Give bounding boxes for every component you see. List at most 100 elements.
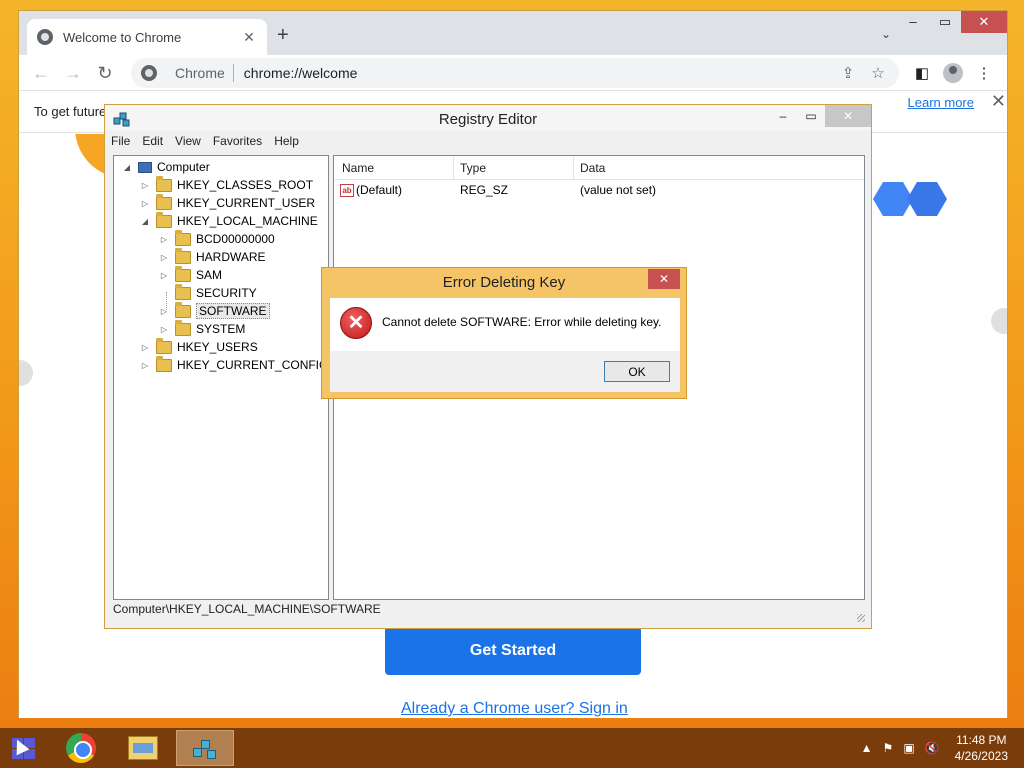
expand-arrow-icon[interactable]: ▷	[159, 271, 169, 280]
file-explorer-icon	[128, 736, 158, 760]
forward-arrow-icon[interactable]: →	[59, 59, 87, 87]
dialog-close-button[interactable]: ✕	[648, 269, 680, 289]
tree-item-security[interactable]: SECURITY	[159, 283, 257, 302]
sign-in-link[interactable]: Already a Chrome user? Sign in	[401, 700, 628, 718]
value-type: REG_SZ	[460, 183, 509, 197]
minimize-button[interactable]: –	[897, 11, 929, 33]
chrome-logo-icon	[66, 733, 96, 763]
expand-arrow-icon[interactable]: ▷	[159, 253, 169, 262]
folder-icon	[175, 229, 191, 246]
tree-item-hkcc[interactable]: ▷ HKEY_CURRENT_CONFIG	[140, 355, 329, 374]
folder-icon	[175, 283, 191, 300]
tab-title: Welcome to Chrome	[63, 29, 182, 45]
expand-arrow-icon[interactable]: ▷	[159, 235, 169, 244]
collapse-arrow-icon[interactable]: ◢	[122, 163, 132, 172]
tree-item-hklm[interactable]: ◢ HKEY_LOCAL_MACHINE	[140, 211, 318, 230]
minimize-button[interactable]: –	[769, 105, 797, 127]
volume-muted-icon[interactable]: 🔇	[925, 741, 940, 755]
menu-help[interactable]: Help	[274, 134, 299, 148]
new-tab-button[interactable]: +	[277, 25, 289, 45]
tree-item-sam[interactable]: ▷ SAM	[159, 265, 223, 284]
tree-item-label: HARDWARE	[196, 250, 266, 264]
tree-item-system[interactable]: ▷ SYSTEM	[159, 319, 245, 338]
maximize-button[interactable]: ▭	[797, 105, 825, 127]
dialog-body: ✕ Cannot delete SOFTWARE: Error while de…	[330, 298, 680, 351]
taskbar-chrome[interactable]	[52, 730, 110, 766]
bookmark-star-icon[interactable]: ☆	[867, 64, 889, 82]
regedit-title: Registry Editor	[438, 111, 538, 128]
registry-tree: ◢ Computer ▷ HKEY_CLASSES_ROOT ▷ HKEY_CU…	[113, 155, 329, 600]
table-row[interactable]: ab (Default) REG_SZ (value not set)	[334, 180, 864, 200]
menu-edit[interactable]: Edit	[142, 134, 163, 148]
omnibox-url[interactable]: chrome://welcome	[244, 65, 829, 81]
network-icon[interactable]: ▣	[903, 741, 914, 755]
value-name: (Default)	[356, 183, 403, 197]
reload-icon[interactable]: ↻	[91, 59, 119, 87]
regedit-cube	[207, 750, 216, 759]
omnibox-separator	[232, 63, 234, 82]
menu-favorites[interactable]: Favorites	[213, 134, 262, 148]
close-window-button[interactable]: ✕	[825, 105, 871, 127]
address-bar[interactable]: Chrome chrome://welcome ⇪ ☆	[131, 57, 899, 88]
expand-arrow-icon[interactable]: ▷	[159, 307, 169, 316]
menu-file[interactable]: File	[111, 134, 130, 148]
computer-icon	[138, 161, 152, 173]
regedit-taskbar-icon	[191, 734, 219, 762]
column-header-name[interactable]: Name	[334, 155, 454, 180]
action-center-flag-icon[interactable]: ⚑	[883, 741, 894, 755]
tree-item-bcd[interactable]: ▷ BCD00000000	[159, 229, 275, 248]
tab-search-chevron-icon[interactable]: ⌄	[881, 27, 891, 41]
tree-item-label: HKEY_LOCAL_MACHINE	[177, 214, 318, 228]
status-bar-path: Computer\HKEY_LOCAL_MACHINE\SOFTWARE	[113, 602, 381, 616]
collapse-arrow-icon[interactable]: ◢	[140, 217, 150, 226]
tree-item-label: HKEY_CURRENT_CONFIG	[177, 358, 329, 372]
decorative-hexagon	[907, 182, 947, 216]
show-hidden-icons-icon[interactable]: ▲	[861, 741, 873, 755]
expand-arrow-icon[interactable]: ▷	[140, 343, 150, 352]
expand-arrow-icon[interactable]: ▷	[140, 181, 150, 190]
column-header-type[interactable]: Type	[454, 155, 574, 180]
menu-view[interactable]: View	[175, 134, 201, 148]
clock[interactable]: 11:48 PM 4/26/2023	[955, 732, 1008, 764]
tab-welcome[interactable]: Welcome to Chrome ✕	[27, 19, 267, 55]
back-arrow-icon[interactable]: ←	[27, 59, 55, 87]
tree-item-label: Computer	[157, 160, 210, 174]
taskbar-file-explorer[interactable]	[114, 730, 172, 766]
error-x-icon: ✕	[340, 307, 372, 339]
infobar-close-icon[interactable]: ✕	[991, 91, 1006, 112]
taskbar-regedit[interactable]	[176, 730, 234, 766]
tree-item-computer[interactable]: ◢ Computer	[122, 158, 210, 176]
taskbar: ▲ ⚑ ▣ 🔇 11:48 PM 4/26/2023	[0, 728, 1024, 768]
infobar-text: To get future	[34, 104, 107, 119]
side-panel-icon[interactable]: ◧	[907, 64, 937, 82]
kebab-menu-icon[interactable]: ⋮	[969, 64, 999, 82]
tree-item-label: SAM	[196, 268, 223, 282]
tree-item-software[interactable]: ▷ SOFTWARE	[159, 301, 270, 320]
column-header-data[interactable]: Data	[574, 156, 864, 180]
maximize-button[interactable]: ▭	[929, 11, 961, 33]
tree-item-hku[interactable]: ▷ HKEY_USERS	[140, 337, 258, 356]
share-icon[interactable]: ⇪	[837, 64, 859, 82]
resize-grip-icon[interactable]	[857, 614, 865, 622]
system-tray: ▲ ⚑ ▣ 🔇 11:48 PM 4/26/2023	[856, 728, 1024, 768]
tab-close-icon[interactable]: ✕	[241, 29, 257, 46]
ok-button[interactable]: OK	[604, 361, 670, 382]
folder-icon	[175, 265, 191, 282]
folder-icon	[156, 193, 172, 210]
close-window-button[interactable]: ✕	[961, 11, 1007, 33]
regedit-titlebar: Registry Editor – ▭ ✕	[105, 105, 871, 131]
tree-item-label: HKEY_CLASSES_ROOT	[177, 178, 314, 192]
regedit-cube	[201, 740, 210, 749]
tree-item-hardware[interactable]: ▷ HARDWARE	[159, 247, 266, 266]
clock-date: 4/26/2023	[954, 749, 1008, 763]
expand-arrow-icon[interactable]: ▷	[140, 361, 150, 370]
tree-item-hkcu[interactable]: ▷ HKEY_CURRENT_USER	[140, 193, 315, 212]
folder-icon	[175, 319, 191, 336]
expand-arrow-icon[interactable]: ▷	[140, 199, 150, 208]
tree-item-hkcr[interactable]: ▷ HKEY_CLASSES_ROOT	[140, 175, 314, 194]
get-started-button[interactable]: Get Started	[385, 626, 641, 675]
expand-arrow-icon[interactable]: ▷	[159, 325, 169, 334]
chrome-tab-strip: Welcome to Chrome ✕ + ⌄ – ▭ ✕	[19, 11, 1007, 55]
learn-more-link[interactable]: Learn more	[908, 95, 974, 110]
profile-avatar-icon[interactable]	[943, 62, 963, 83]
